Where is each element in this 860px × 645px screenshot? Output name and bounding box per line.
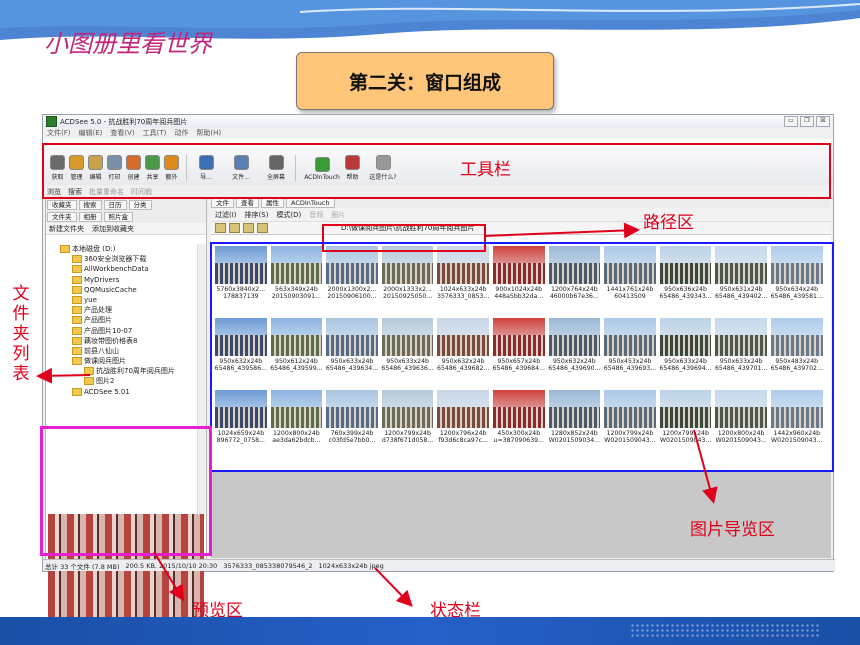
folder-list-arrow bbox=[36, 367, 91, 384]
image-browser-arrow bbox=[693, 429, 718, 504]
annotation-arrows bbox=[36, 222, 718, 607]
footer-dot-pattern bbox=[630, 623, 820, 639]
footer-band bbox=[0, 617, 860, 645]
path-arrow bbox=[483, 222, 640, 239]
status-bar-arrow bbox=[374, 567, 413, 607]
preview-arrow bbox=[153, 551, 185, 602]
